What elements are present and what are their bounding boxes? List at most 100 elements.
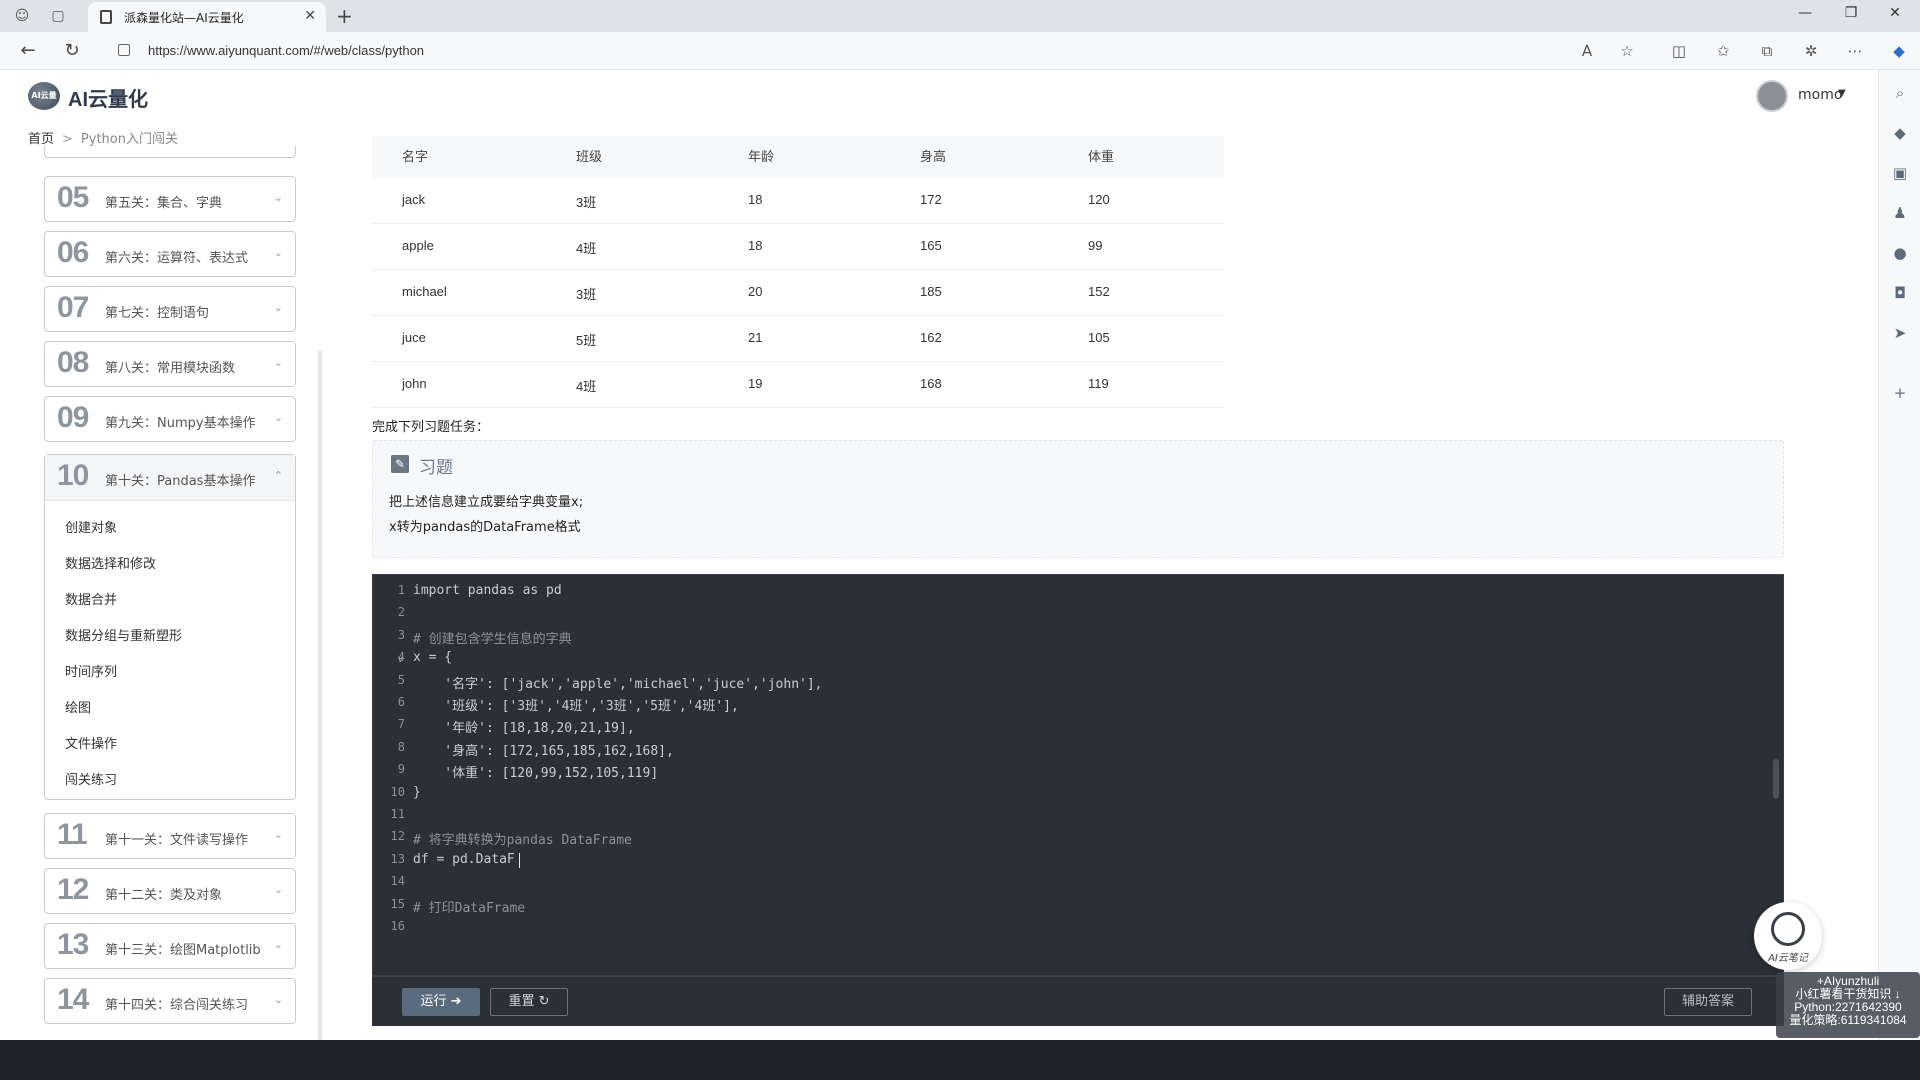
code-line[interactable]: } bbox=[413, 785, 421, 800]
table-header-row: 名字 班级 年龄 身高 体重 bbox=[372, 136, 1224, 178]
minimize-button[interactable]: — bbox=[1790, 5, 1820, 21]
line-number: 12 bbox=[390, 829, 405, 843]
copilot-icon[interactable]: ◆ bbox=[1888, 42, 1910, 60]
code-line[interactable]: '体重': [120,99,152,105,119] bbox=[413, 762, 658, 781]
sidebar-people-icon[interactable]: ♟ bbox=[1889, 202, 1911, 224]
logo-icon[interactable]: AI云量化 bbox=[28, 82, 60, 128]
sidebar-briefcase-icon[interactable]: ▣ bbox=[1889, 162, 1911, 184]
table-cell: 99 bbox=[1088, 238, 1103, 253]
code-line[interactable]: # 创建包含学生信息的字典 bbox=[413, 628, 572, 647]
profile-icon[interactable]: ☺ bbox=[12, 6, 32, 26]
table-row: michael 3班 20 185 152 bbox=[372, 270, 1224, 316]
sub-item-create-object[interactable]: 创建对象 bbox=[65, 517, 117, 536]
split-screen-icon[interactable]: ◫ bbox=[1668, 42, 1690, 60]
nav-scrollbar[interactable] bbox=[318, 350, 322, 1040]
ai-assistant-button[interactable]: AI云笔记 bbox=[1754, 902, 1822, 970]
code-line[interactable]: # 打印DataFrame bbox=[413, 897, 525, 916]
table-cell: 4班 bbox=[576, 379, 597, 394]
level-number: 05 bbox=[57, 181, 89, 214]
back-button[interactable]: ← bbox=[16, 40, 40, 61]
new-tab-button[interactable]: + bbox=[336, 4, 353, 28]
sidebar-tag-icon[interactable]: ◆ bbox=[1889, 122, 1911, 144]
read-aloud-icon[interactable]: A bbox=[1576, 42, 1598, 60]
level-item-13[interactable]: 13 第十三关：绘图Matplotlib ⌄ bbox=[44, 923, 296, 969]
sub-item-groupby[interactable]: 数据分组与重新塑形 bbox=[65, 625, 182, 644]
avatar[interactable] bbox=[1756, 80, 1788, 112]
code-line[interactable]: '身高': [172,165,185,162,168], bbox=[413, 740, 674, 759]
line-number: 2 bbox=[397, 605, 405, 619]
sub-item-merge[interactable]: 数据合并 bbox=[65, 589, 117, 608]
run-button[interactable]: 运行 ➜ bbox=[402, 988, 480, 1016]
code-editor[interactable]: 1 import pandas as pd 2 3 # 创建包含学生信息的字典 4 x = … bbox=[372, 574, 1784, 976]
favorites-icon[interactable]: ✩ bbox=[1712, 42, 1734, 60]
table-cell: john bbox=[402, 376, 427, 391]
more-menu-icon[interactable]: ⋯ bbox=[1844, 42, 1866, 60]
level-item-09[interactable]: 09 第九关：Numpy基本操作 ⌄ bbox=[44, 396, 296, 442]
breadcrumb-home[interactable]: 首页 bbox=[28, 132, 54, 147]
user-name[interactable]: momo bbox=[1798, 87, 1842, 103]
chevron-down-icon: ⌄ bbox=[273, 301, 283, 314]
level-title: 第十一关：文件读写操作 bbox=[105, 833, 249, 848]
level-item-08[interactable]: 08 第八关：常用模块函数 ⌄ bbox=[44, 341, 296, 387]
table-cell: jack bbox=[402, 192, 426, 207]
line-number: 6 bbox=[397, 695, 405, 709]
url-field[interactable]: https://www.aiyunquant.com/#/web/class/p… bbox=[148, 43, 424, 58]
restore-button[interactable]: ❐ bbox=[1836, 5, 1866, 21]
code-line[interactable]: '班级': ['3班','4班','3班','5班','4班'], bbox=[413, 695, 739, 714]
sub-item-time-series[interactable]: 时间序列 bbox=[65, 661, 117, 680]
sidebar-outlook-icon[interactable]: ◘ bbox=[1889, 282, 1911, 304]
sidebar-add-icon[interactable]: + bbox=[1889, 382, 1911, 404]
code-line[interactable]: '名字': ['jack','apple','michael','juce','… bbox=[413, 673, 822, 692]
level-item-06[interactable]: 06 第六关：运算符、表达式 ⌄ bbox=[44, 231, 296, 277]
sub-item-plot[interactable]: 绘图 bbox=[65, 697, 91, 716]
tab-close-icon[interactable]: ✕ bbox=[304, 8, 316, 24]
hint-answer-button[interactable]: 辅助答案 bbox=[1664, 988, 1752, 1016]
level-item-partial[interactable]: ⌄ bbox=[44, 146, 296, 158]
sub-item-practice[interactable]: 闯关练习 bbox=[65, 769, 117, 788]
line-number: 10 bbox=[390, 785, 405, 799]
caret-down-icon[interactable]: ▼ bbox=[1838, 88, 1846, 99]
editor-scrollbar[interactable] bbox=[1773, 759, 1779, 799]
code-line[interactable]: df = pd.DataF bbox=[413, 852, 515, 867]
sidebar-search-icon[interactable]: ⌕ bbox=[1889, 82, 1911, 104]
sidebar-circle-icon[interactable]: ● bbox=[1889, 242, 1911, 264]
level-title: 第十三关：绘图Matplotlib bbox=[105, 943, 261, 958]
chevron-down-icon: ⌄ bbox=[273, 938, 283, 951]
address-bar-row: ← ↻ https://www.aiyunquant.com/#/web/cla… bbox=[0, 32, 1920, 70]
code-line[interactable]: import pandas as pd bbox=[413, 583, 562, 598]
reload-button[interactable]: ↻ bbox=[60, 40, 84, 61]
line-number: 3 bbox=[397, 628, 405, 642]
chevron-down-icon: ⌄ bbox=[273, 993, 283, 1006]
ai-assistant-label: AI云笔记 bbox=[1768, 953, 1808, 964]
code-line[interactable]: x = { bbox=[413, 650, 452, 665]
sub-item-data-select[interactable]: 数据选择和修改 bbox=[65, 553, 156, 572]
code-line[interactable]: # 将字典转换为pandas DataFrame bbox=[413, 829, 632, 848]
extensions-icon[interactable]: ✲ bbox=[1800, 42, 1822, 60]
level-number: 14 bbox=[57, 983, 89, 1016]
app-header: AI云量化 AI云量化 momo ▼ bbox=[0, 70, 1878, 128]
level-item-07[interactable]: 07 第七关：控制语句 ⌄ bbox=[44, 286, 296, 332]
tab-actions-icon[interactable]: ▢ bbox=[48, 6, 68, 26]
close-window-button[interactable]: ✕ bbox=[1880, 5, 1910, 21]
level-title: 第十关：Pandas基本操作 bbox=[105, 474, 256, 489]
lock-icon[interactable] bbox=[118, 44, 130, 56]
tab-title: 派森量化站—AI云量化 bbox=[124, 11, 244, 25]
course-level-nav: ⌄ 05 第五关：集合、字典 ⌄ 06 第六关：运算符、表达式 ⌄ 07 第七关… bbox=[44, 146, 296, 1040]
reset-button[interactable]: 重置 ↻ bbox=[490, 988, 568, 1016]
level-item-14[interactable]: 14 第十四关：综合闯关练习 ⌄ bbox=[44, 978, 296, 1024]
level-10-header[interactable]: 10 第十关：Pandas基本操作 ⌃ bbox=[45, 455, 295, 501]
level-title: 第七关：控制语句 bbox=[105, 306, 210, 321]
favorite-star-icon[interactable]: ☆ bbox=[1616, 42, 1638, 60]
level-item-12[interactable]: 12 第十二关：类及对象 ⌄ bbox=[44, 868, 296, 914]
browser-tab-active[interactable]: 派森量化站—AI云量化 ✕ bbox=[88, 2, 326, 32]
sidebar-send-icon[interactable]: ➤ bbox=[1889, 322, 1911, 344]
logo-text[interactable]: AI云量化 bbox=[68, 83, 148, 112]
sub-item-file-ops[interactable]: 文件操作 bbox=[65, 733, 117, 752]
table-header-cell: 班级 bbox=[576, 149, 603, 164]
collections-icon[interactable]: ⧉ bbox=[1756, 42, 1778, 60]
fold-chevron-icon[interactable]: ∨ bbox=[397, 655, 404, 665]
code-line[interactable]: '年龄': [18,18,20,21,19], bbox=[413, 717, 634, 736]
level-item-11[interactable]: 11 第十一关：文件读写操作 ⌄ bbox=[44, 813, 296, 859]
level-item-05[interactable]: 05 第五关：集合、字典 ⌄ bbox=[44, 176, 296, 222]
chevron-right-icon: > bbox=[62, 132, 73, 147]
